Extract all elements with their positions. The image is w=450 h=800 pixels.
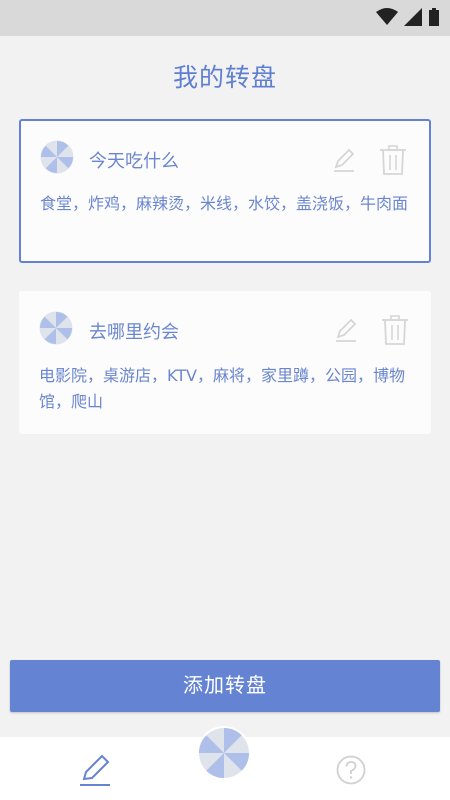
edit-icon[interactable]	[331, 147, 357, 173]
wheel-icon	[39, 311, 73, 345]
status-bar	[0, 0, 450, 36]
wheel-card-0[interactable]: 今天吃什么 食堂，炸鸡，麻辣烫，米线，水饺，盖浇饭，牛肉面	[19, 119, 431, 263]
wheel-icon[interactable]	[196, 725, 252, 781]
card-title: 去哪里约会	[89, 322, 179, 343]
help-icon[interactable]	[336, 755, 366, 785]
battery-icon	[429, 8, 439, 26]
card-items: 电影院，桌游店，KTV，麻将，家里蹲，公园，博物馆，爬山	[39, 366, 405, 411]
bottom-nav	[0, 726, 450, 800]
wifi-icon	[376, 8, 398, 25]
signal-icon	[404, 8, 422, 26]
wheel-icon	[40, 140, 74, 174]
edit-icon[interactable]	[78, 753, 112, 787]
trash-icon[interactable]	[379, 145, 407, 175]
card-title: 今天吃什么	[89, 151, 179, 172]
add-wheel-button[interactable]: 添加转盘	[10, 660, 440, 712]
wheel-card-1[interactable]: 去哪里约会 电影院，桌游店，KTV，麻将，家里蹲，公园，博物馆，爬山	[19, 291, 431, 434]
trash-icon[interactable]	[381, 315, 409, 345]
page-title: 我的转盘	[172, 63, 277, 92]
edit-icon[interactable]	[333, 317, 359, 343]
card-items: 食堂，炸鸡，麻辣烫，米线，水饺，盖浇饭，牛肉面	[40, 194, 409, 213]
